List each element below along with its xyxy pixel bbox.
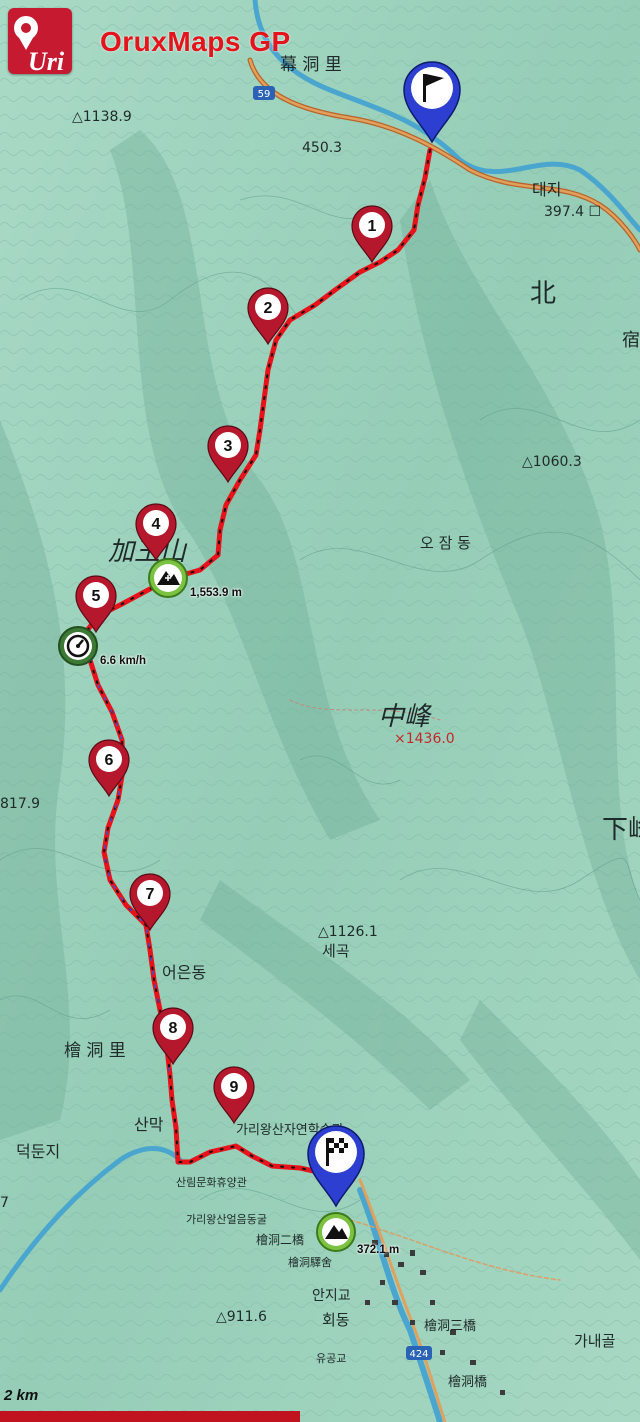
label-yugonggyo: 유공교 [316, 1352, 346, 1365]
min-elevation-marker[interactable] [316, 1212, 356, 1252]
label-hoedong-bridge3: 檜洞三橋 [424, 1318, 476, 1334]
max-speed-label: 6.6 km/h [100, 655, 147, 667]
waypoint-number: 6 [105, 752, 114, 769]
label-hoedong-bridge: 檜洞橋 [448, 1374, 487, 1390]
label-elev-911: △911.6 [216, 1309, 267, 1325]
label-eoeundong: 어은동 [162, 963, 206, 982]
waypoint-number: 4 [152, 516, 161, 533]
label-buk: 北 [530, 279, 556, 309]
label-hoedong-ri: 檜 洞 里 [64, 1040, 126, 1061]
oruxmaps-logo-icon[interactable]: Uri [8, 8, 72, 76]
waypoint-number: 1 [368, 218, 377, 235]
svg-text:Uri: Uri [28, 47, 65, 74]
app-title: OruxMaps GP [100, 26, 291, 57]
label-elev-1126: △1126.1 [318, 924, 378, 940]
waypoint-number: 5 [92, 588, 101, 605]
waypoint-number: 7 [146, 886, 155, 903]
label-elev-817: 817.9 [0, 796, 40, 812]
label-seven: 7 [0, 1195, 9, 1211]
label-hoedong-ni: 檜洞驛舍 [288, 1255, 332, 1269]
label-elev-450: 450.3 [302, 140, 342, 156]
label-forest-hall: 산림문화휴양관 [176, 1176, 247, 1189]
label-hoedong-bridge2: 檜洞二橋 [256, 1232, 304, 1247]
label-jungbong: 中峰 [378, 702, 432, 732]
label-sanmak: 산막 [134, 1115, 164, 1134]
waypoint-number: 2 [264, 300, 273, 317]
svg-text:424: 424 [409, 1349, 428, 1360]
max-speed-marker[interactable] [58, 626, 98, 666]
label-segok: 세곡 [322, 942, 350, 960]
max-elevation-label: 1,553.9 m [190, 587, 242, 599]
label-elev-1060: △1060.3 [522, 454, 582, 470]
max-elevation-marker[interactable] [148, 558, 188, 598]
label-anjigyo: 안지교 [312, 1288, 351, 1304]
label-ha: 下峰 [602, 815, 640, 845]
label-suk: 宿 [622, 330, 640, 351]
label-gaenaegol: 가내골 [574, 1332, 615, 1350]
label-village-top: 幕 洞 里 [280, 55, 342, 75]
label-deokdunji: 덕둔지 [16, 1142, 60, 1161]
scale-label: 2 km [4, 1387, 39, 1404]
label-elev-1138: △1138.9 [72, 109, 132, 125]
road-shield-424: 424 [406, 1346, 432, 1360]
svg-text:59: 59 [258, 89, 271, 100]
waypoint-number: 9 [230, 1079, 239, 1096]
waypoint-number: 3 [224, 438, 233, 455]
min-elevation-label: 372.1 m [357, 1244, 400, 1256]
label-ojamdong: 오 잠 동 [420, 534, 471, 552]
label-ice-cave: 가리왕산얼음동굴 [186, 1212, 267, 1226]
waypoint-number: 8 [169, 1020, 178, 1037]
scale-bar [0, 1411, 300, 1422]
road-shield-59: 59 [253, 86, 275, 100]
label-elev-1436: ×1436.0 [394, 731, 455, 747]
label-hoedong: 회동 [322, 1311, 350, 1329]
topographic-map[interactable]: 幕 洞 里 450.3 △1138.9 대지 397.4 ☐ 北 宿 △1060… [0, 0, 640, 1422]
label-daeji: 대지 [532, 180, 561, 199]
label-elev-397: 397.4 ☐ [544, 204, 601, 220]
